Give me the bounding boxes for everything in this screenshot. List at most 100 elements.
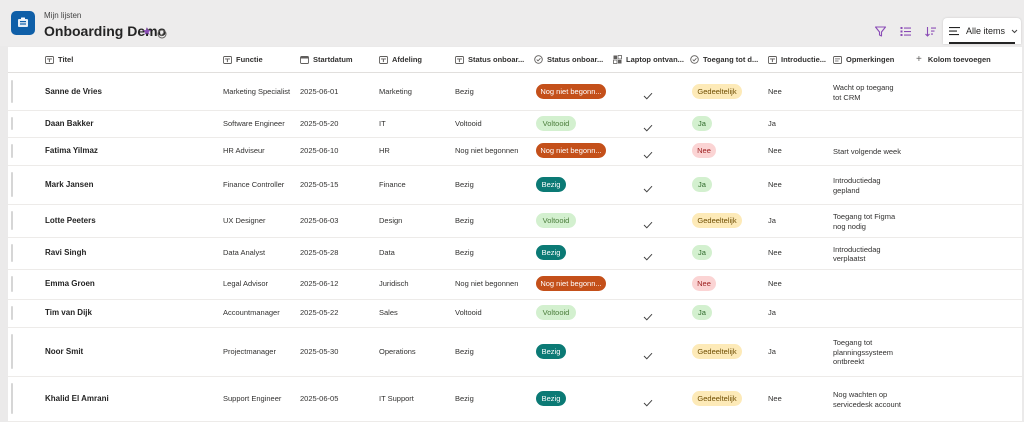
- cell-titel[interactable]: Khalid El Amrani: [45, 394, 109, 404]
- checkmark-icon: [643, 308, 653, 326]
- toegang-pill[interactable]: Gedeeltelijk: [692, 390, 742, 406]
- opmerking-line: Introductiedag: [833, 176, 881, 185]
- status-pill[interactable]: Voltooid: [536, 305, 576, 320]
- status-pill[interactable]: Voltooid: [536, 115, 576, 131]
- table-row[interactable]: Emma Groen Legal Advisor 2025-06-12 Juridis…: [8, 269, 1022, 300]
- column-header-label: Laptop ontvan...: [626, 55, 684, 64]
- column-header[interactable]: Toegang tot d...: [690, 47, 762, 72]
- column-header[interactable]: Status onboar...: [534, 47, 607, 72]
- row-select-handle[interactable]: [11, 211, 13, 230]
- list-app-icon[interactable]: [11, 11, 35, 35]
- add-column-label: Kolom toevoegen: [927, 55, 991, 64]
- column-header[interactable]: Afdeling: [379, 47, 449, 72]
- cell-status-onboarding: Bezig: [455, 215, 474, 225]
- column-header[interactable]: Opmerkingen: [833, 47, 910, 72]
- table-row[interactable]: Ravi Singh Data Analyst 2025-05-28 Data Bezi…: [8, 237, 1022, 270]
- cell-titel[interactable]: Ravi Singh: [45, 248, 86, 258]
- cell-opmerkingen: Wacht op toegang tot CRM: [833, 83, 894, 102]
- table-row[interactable]: Fatima Yilmaz HR Adviseur 2025-06-10 HR Nog …: [8, 137, 1022, 166]
- table-row[interactable]: Sanne de Vries Marketing Specialist 2025-0…: [8, 73, 1022, 111]
- status-pill-label: Voltooid: [542, 308, 570, 317]
- status-pill[interactable]: Bezig: [536, 390, 566, 406]
- row-select-handle[interactable]: [11, 80, 13, 103]
- toegang-pill[interactable]: Gedeeltelijk: [692, 343, 742, 359]
- toegang-pill[interactable]: Gedeeltelijk: [692, 212, 742, 228]
- breadcrumb[interactable]: Mijn lijsten: [44, 11, 81, 20]
- toegang-pill[interactable]: Ja: [692, 245, 712, 260]
- row-select-handle[interactable]: [11, 244, 13, 262]
- row-select-handle[interactable]: [11, 383, 13, 414]
- cell-titel[interactable]: Daan Bakker: [45, 119, 93, 129]
- cell-afdeling: Marketing: [379, 86, 412, 96]
- column-header-label: Introductie...: [781, 55, 826, 64]
- checkmark-icon: [643, 394, 653, 412]
- status-pill[interactable]: Bezig: [536, 245, 566, 260]
- status-pill[interactable]: Voltooid: [536, 212, 576, 228]
- cell-opmerkingen: Nog wachten op servicedesk account: [833, 390, 901, 409]
- opmerking-line: Nog wachten op: [833, 390, 888, 399]
- cell-titel[interactable]: Lotte Peeters: [45, 216, 96, 226]
- opmerking-line: Toegang tot Figma: [833, 212, 896, 221]
- cell-introductie: Nee: [768, 279, 782, 288]
- cell-titel[interactable]: Sanne de Vries: [45, 87, 102, 97]
- row-select-handle[interactable]: [11, 334, 13, 369]
- cell-titel[interactable]: Emma Groen: [45, 279, 95, 289]
- status-pill-label: Bezig: [541, 393, 561, 403]
- cell-titel[interactable]: Fatima Yilmaz: [45, 146, 98, 156]
- cell-startdatum: 2025-06-12: [300, 279, 339, 288]
- column-header[interactable]: Functie: [223, 47, 294, 72]
- row-select-handle[interactable]: [11, 144, 13, 158]
- status-pill[interactable]: Bezig: [536, 343, 566, 359]
- row-select-handle[interactable]: [11, 306, 13, 320]
- column-header[interactable]: Startdatum: [300, 47, 373, 72]
- toegang-pill[interactable]: Gedeeltelijk: [692, 83, 742, 99]
- opmerking-line: nog nodig: [833, 221, 866, 231]
- cell-titel[interactable]: Noor Smit: [45, 347, 83, 357]
- toegang-pill[interactable]: Nee: [692, 276, 716, 291]
- table-row[interactable]: Khalid El Amrani Support Engineer 2025-06-…: [8, 376, 1022, 422]
- cell-startdatum: 2025-05-28: [300, 248, 339, 257]
- toegang-pill[interactable]: Ja: [692, 305, 712, 320]
- opmerking-line: servicedesk account: [833, 399, 901, 409]
- cell-titel[interactable]: Mark Jansen: [45, 180, 93, 190]
- status-pill[interactable]: Nog niet begonn...: [536, 276, 606, 291]
- cell-opmerkingen: Introductiedag verplaatst: [833, 245, 881, 264]
- list-status-check-icon[interactable]: [157, 26, 167, 44]
- status-pill[interactable]: Nog niet begonn...: [536, 143, 606, 158]
- row-select-handle[interactable]: [11, 276, 13, 292]
- row-select-handle[interactable]: [11, 117, 13, 130]
- toegang-pill[interactable]: Ja: [692, 176, 712, 192]
- view-selector-button[interactable]: Alle items: [943, 18, 1021, 44]
- row-select-handle[interactable]: [11, 172, 13, 197]
- status-pill-label: Nog niet begonn...: [540, 279, 602, 288]
- table-row[interactable]: Tim van Dijk Accountmanager 2025-05-22 Sale…: [8, 299, 1022, 328]
- column-header[interactable]: Status onboar...: [455, 47, 528, 72]
- table-row[interactable]: Lotte Peeters UX Designer 2025-06-03 Design…: [8, 204, 1022, 238]
- table-row[interactable]: Daan Bakker Software Engineer 2025-05-20 IT…: [8, 110, 1022, 138]
- column-header-label: Startdatum: [313, 55, 353, 64]
- status-pill-label: Bezig: [541, 346, 561, 356]
- group-by-icon[interactable]: [897, 23, 913, 39]
- favorite-star-icon[interactable]: ★: [142, 25, 152, 38]
- toegang-pill[interactable]: Nee: [692, 143, 716, 158]
- status-pill[interactable]: Bezig: [536, 176, 566, 192]
- cell-introductie: Ja: [768, 215, 776, 225]
- cell-status-onboarding: Bezig: [455, 248, 474, 257]
- sort-icon[interactable]: [922, 23, 938, 39]
- cell-status-onboarding: Nog niet begonnen: [455, 146, 519, 155]
- add-column-button[interactable]: + Kolom toevoegen: [916, 47, 991, 72]
- cell-afdeling: IT Support: [379, 393, 414, 403]
- cell-introductie: Ja: [768, 346, 776, 356]
- column-header[interactable]: Titel: [45, 47, 217, 72]
- cell-startdatum: 2025-05-15: [300, 179, 339, 189]
- column-header[interactable]: Laptop ontvan...: [613, 47, 684, 72]
- filter-icon[interactable]: [872, 23, 888, 39]
- cell-introductie: Ja: [768, 308, 776, 317]
- column-header[interactable]: Introductie...: [768, 47, 827, 72]
- cell-startdatum: 2025-06-01: [300, 86, 339, 96]
- table-row[interactable]: Noor Smit Projectmanager 2025-05-30 Operati…: [8, 327, 1022, 377]
- status-pill[interactable]: Nog niet begonn...: [536, 83, 606, 99]
- cell-titel[interactable]: Tim van Dijk: [45, 308, 92, 318]
- table-row[interactable]: Mark Jansen Finance Controller 2025-05-15 F…: [8, 165, 1022, 205]
- toegang-pill[interactable]: Ja: [692, 115, 712, 131]
